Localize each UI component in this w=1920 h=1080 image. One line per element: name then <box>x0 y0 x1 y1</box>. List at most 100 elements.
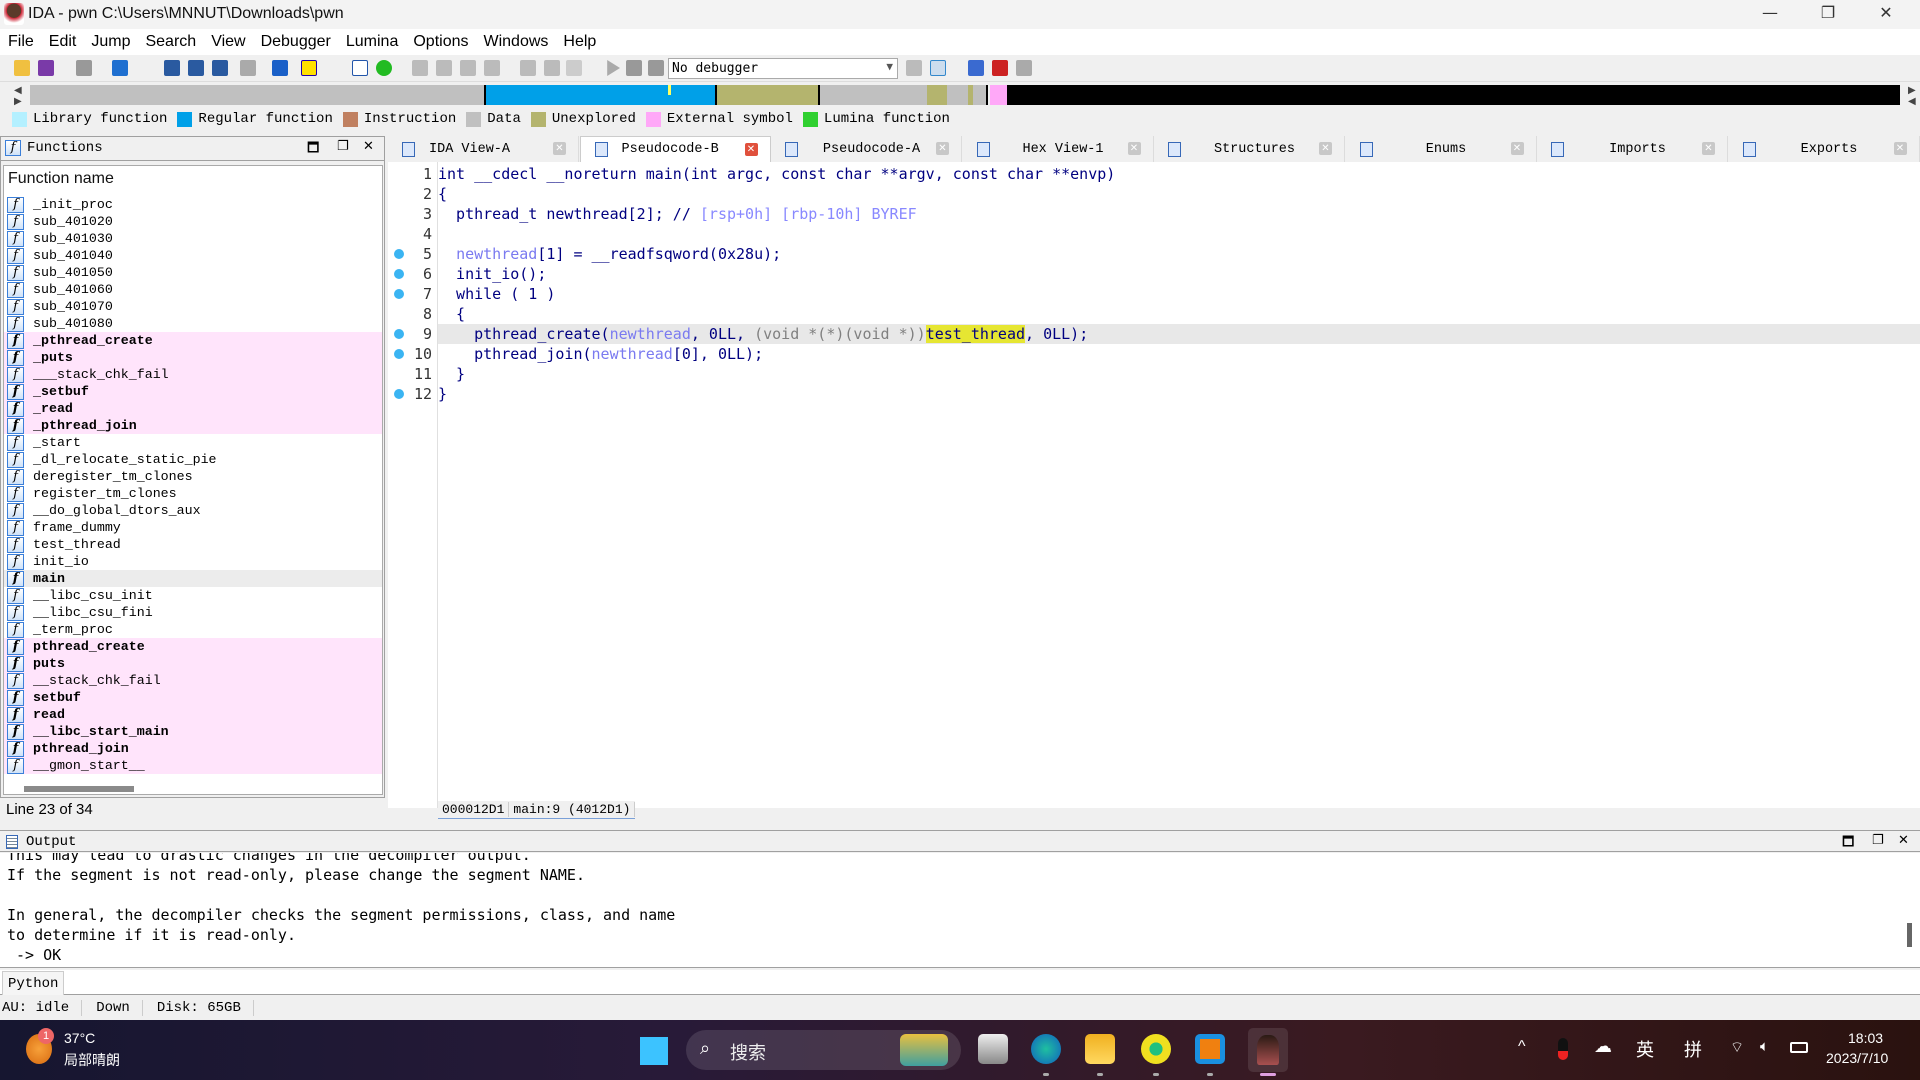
onedrive-icon[interactable]: ☁ <box>1594 1036 1612 1057</box>
menu-windows[interactable]: Windows <box>483 33 548 51</box>
app-yellow-icon[interactable] <box>1141 1034 1171 1064</box>
code-line[interactable]: 7 while ( 1 ) <box>388 284 1920 304</box>
command-input[interactable] <box>66 972 1916 993</box>
forward-icon[interactable] <box>112 60 128 76</box>
function-row[interactable]: f _pthread_join <box>4 417 382 434</box>
text-mode-icon[interactable] <box>301 60 317 76</box>
function-row[interactable]: f _start <box>4 434 382 451</box>
code-line[interactable]: 3 pthread_t newthread[2]; // [rsp+0h] [r… <box>388 204 1920 224</box>
function-row[interactable]: f sub_401020 <box>4 213 382 230</box>
menu-search[interactable]: Search <box>145 33 196 51</box>
menu-edit[interactable]: Edit <box>49 33 77 51</box>
function-row[interactable]: f __libc_start_main <box>4 723 382 740</box>
close-tab-icon[interactable]: ✕ <box>936 142 949 155</box>
function-row[interactable]: f sub_401080 <box>4 315 382 332</box>
function-row[interactable]: f __gmon_start__ <box>4 757 382 774</box>
minimize-button[interactable]: — <box>1750 3 1790 25</box>
edge-dev-icon[interactable] <box>1031 1034 1061 1064</box>
clock-time[interactable]: 18:03 <box>1848 1030 1883 1046</box>
weather-temperature[interactable]: 37°C <box>64 1030 95 1046</box>
float-panel-icon[interactable]: ❐ <box>1872 833 1884 848</box>
function-row[interactable]: f deregister_tm_clones <box>4 468 382 485</box>
code-variable[interactable]: newthread <box>592 345 673 363</box>
close-tab-icon[interactable]: ✕ <box>1893 142 1907 155</box>
function-row[interactable]: f init_io <box>4 553 382 570</box>
code-variable[interactable]: newthread <box>456 245 537 263</box>
function-row[interactable]: f __libc_csu_fini <box>4 604 382 621</box>
make-ascii-icon[interactable] <box>460 60 476 76</box>
close-tab-icon[interactable]: ✕ <box>553 142 566 155</box>
close-tab-icon[interactable]: ✕ <box>1127 142 1141 155</box>
close-tab-icon[interactable]: ✕ <box>744 143 758 156</box>
jump-down-icon[interactable] <box>272 60 288 76</box>
code-line[interactable]: 12} <box>388 384 1920 404</box>
battery-icon[interactable] <box>1790 1042 1808 1053</box>
search-immediate-icon[interactable] <box>212 60 228 76</box>
undefine-icon[interactable] <box>566 60 582 76</box>
maximize-panel-icon[interactable]: 🗖 <box>307 139 319 161</box>
menu-lumina[interactable]: Lumina <box>346 33 398 51</box>
close-panel-icon[interactable]: ✕ <box>1898 833 1909 848</box>
function-row[interactable]: f sub_401040 <box>4 247 382 264</box>
restore-button[interactable]: ❐ <box>1808 3 1848 25</box>
code-line[interactable]: 6 init_io(); <box>388 264 1920 284</box>
code-variable[interactable]: newthread <box>610 325 691 343</box>
horizontal-scrollbar[interactable] <box>24 786 134 792</box>
function-row[interactable]: f frame_dummy <box>4 519 382 536</box>
back-icon[interactable] <box>76 60 92 76</box>
search-next-icon[interactable] <box>240 60 256 76</box>
go-green-icon[interactable] <box>376 60 392 76</box>
function-row[interactable]: f _setbuf <box>4 383 382 400</box>
make-struct-icon[interactable] <box>484 60 500 76</box>
menu-debugger[interactable]: Debugger <box>261 33 331 51</box>
function-row[interactable]: f test_thread <box>4 536 382 553</box>
qq-icon[interactable] <box>1558 1038 1568 1060</box>
function-row[interactable]: f ___stack_chk_fail <box>4 366 382 383</box>
function-row[interactable]: f _pthread_create <box>4 332 382 349</box>
wifi-icon[interactable]: ⌔ <box>1730 1038 1744 1057</box>
function-row[interactable]: f sub_401050 <box>4 264 382 281</box>
code-line[interactable]: 8 { <box>388 304 1920 324</box>
function-row[interactable]: f puts <box>4 655 382 672</box>
menu-view[interactable]: View <box>211 33 245 51</box>
function-row[interactable]: f main <box>4 570 382 587</box>
windows-start-icon[interactable] <box>640 1037 668 1065</box>
tab-pseudocode-b[interactable]: Pseudocode-B ✕ <box>579 136 771 162</box>
plugin-icon[interactable] <box>968 60 984 76</box>
tab-structures[interactable]: Structures ✕ <box>1154 136 1345 162</box>
float-panel-icon[interactable]: ❐ <box>337 139 349 154</box>
function-row[interactable]: f read <box>4 706 382 723</box>
tab-exports[interactable]: Exports ✕ <box>1729 136 1920 162</box>
function-row[interactable]: f _puts <box>4 349 382 366</box>
close-tab-icon[interactable]: ✕ <box>1319 142 1332 155</box>
code-line[interactable]: 9 pthread_create(newthread, 0LL, (void *… <box>388 324 1920 344</box>
code-line[interactable]: 1 int __cdecl __noreturn main(int argc, c… <box>388 164 1920 184</box>
pause-icon[interactable] <box>626 60 642 76</box>
search-text-icon[interactable] <box>188 60 204 76</box>
tab-hex-view-1[interactable]: Hex View-1 ✕ <box>963 136 1154 162</box>
show-hidden-icons-icon[interactable]: ^ <box>1518 1038 1526 1056</box>
python-language-button[interactable]: Python <box>2 971 64 995</box>
output-window[interactable]: This may lead to drastic changes in the … <box>0 853 1920 968</box>
tab-imports[interactable]: Imports ✕ <box>1537 136 1728 162</box>
app-blue-orange-icon[interactable] <box>1195 1034 1225 1064</box>
menu-help[interactable]: Help <box>563 33 596 51</box>
weather-description[interactable]: 局部晴朗 <box>64 1050 120 1070</box>
code-line[interactable]: 4 <box>388 224 1920 244</box>
column-header-function-name[interactable]: Function name <box>8 170 114 188</box>
tab-pseudocode-a[interactable]: Pseudocode-A ✕ <box>771 136 962 162</box>
output-scrollbar[interactable] <box>1907 923 1912 947</box>
code-line[interactable]: 11 } <box>388 364 1920 384</box>
tab-enums[interactable]: Enums ✕ <box>1346 136 1537 162</box>
ida-taskbar-icon[interactable] <box>1248 1028 1288 1072</box>
function-row[interactable]: f _init_proc <box>4 196 382 213</box>
add-icon[interactable] <box>992 60 1008 76</box>
file-explorer-icon[interactable] <box>1085 1034 1115 1064</box>
make-array-icon[interactable] <box>520 60 536 76</box>
navigation-band[interactable]: ◀ ▶ ▶ ◀ <box>0 82 1920 107</box>
nav-left-arrow-icon[interactable]: ◀ ▶ <box>14 85 22 107</box>
code-line[interactable]: 5 newthread[1] = __readfsqword(0x28u); <box>388 244 1920 264</box>
close-tab-icon[interactable]: ✕ <box>1510 142 1524 155</box>
function-row[interactable]: f setbuf <box>4 689 382 706</box>
menu-options[interactable]: Options <box>413 33 468 51</box>
